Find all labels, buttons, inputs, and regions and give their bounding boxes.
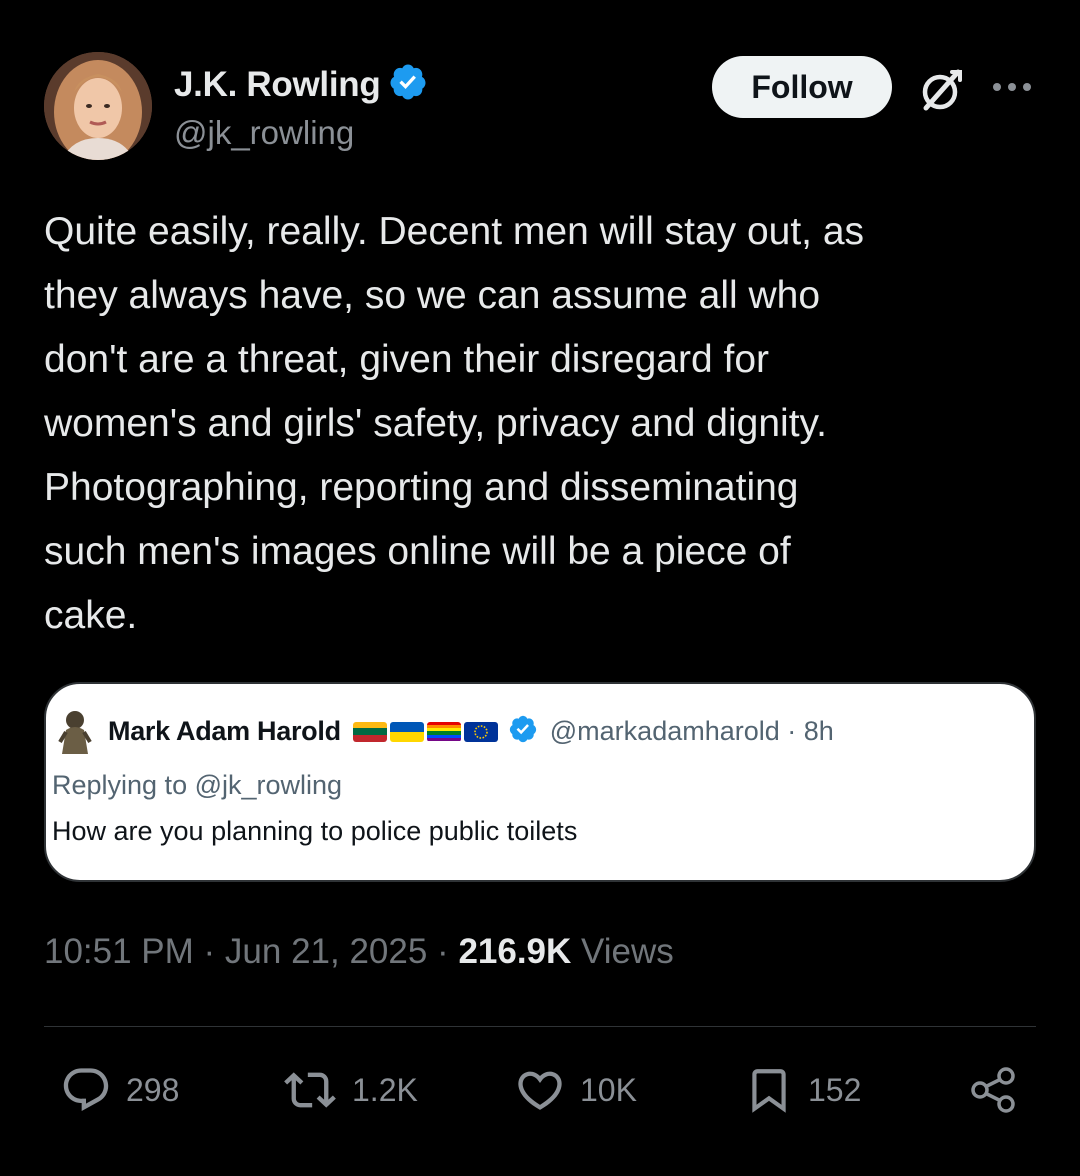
quoted-header: Mark Adam Harold @markadamharold · 8h	[108, 714, 834, 749]
bookmark-count: 152	[808, 1071, 862, 1108]
action-bar: 298 1.2K 10K 152	[0, 1060, 1080, 1120]
repost-count: 1.2K	[352, 1071, 418, 1108]
quoted-author-name[interactable]: Mark Adam Harold	[108, 716, 341, 747]
like-count: 10K	[580, 1071, 637, 1108]
reply-button[interactable]: 298	[60, 1060, 179, 1120]
rainbow-flag-icon	[426, 721, 461, 742]
author-handle[interactable]: @jk_rowling	[174, 114, 354, 152]
like-button[interactable]: 10K	[514, 1060, 637, 1120]
verified-badge-icon	[388, 62, 428, 107]
reply-count: 298	[126, 1071, 180, 1108]
repost-icon	[282, 1064, 338, 1116]
views-count[interactable]: 216.9K	[458, 932, 571, 971]
share-icon	[966, 1063, 1020, 1117]
ukraine-flag-icon	[389, 721, 424, 742]
tweet-meta: 10:51 PM · Jun 21, 2025 · 216.9K Views	[44, 932, 674, 972]
reply-icon	[60, 1064, 112, 1116]
more-icon[interactable]	[990, 72, 1034, 102]
eu-flag-icon	[463, 721, 498, 742]
grok-icon[interactable]	[914, 64, 966, 116]
views-label: Views	[571, 932, 674, 971]
lithuania-flag-icon	[352, 721, 387, 742]
follow-button[interactable]: Follow	[712, 56, 892, 118]
bookmark-button[interactable]: 152	[744, 1060, 861, 1120]
tweet-date[interactable]: Jun 21, 2025	[225, 932, 427, 971]
repost-button[interactable]: 1.2K	[282, 1060, 418, 1120]
quoted-author-avatar[interactable]	[56, 708, 94, 756]
quoted-text: How are you planning to police public to…	[52, 816, 578, 846]
quoted-replying-to[interactable]: Replying to @jk_rowling	[52, 770, 342, 801]
tweet-detail: J.K. Rowling @jk_rowling Follow Quite ea…	[0, 0, 1080, 1176]
like-icon	[514, 1064, 566, 1116]
meta-separator: ·	[193, 932, 225, 971]
quoted-tweet-card[interactable]: Mark Adam Harold @markadamharold · 8h Re…	[44, 682, 1036, 882]
quoted-handle-time[interactable]: @markadamharold · 8h	[550, 716, 834, 747]
author-name[interactable]: J.K. Rowling	[174, 65, 381, 105]
bookmark-icon	[744, 1062, 794, 1118]
flag-emojis	[352, 721, 498, 742]
author-avatar[interactable]	[44, 52, 152, 160]
quoted-verified-badge-icon	[508, 714, 538, 749]
tweet-time[interactable]: 10:51 PM	[44, 932, 194, 971]
meta-separator: ·	[427, 932, 459, 971]
author-name-row[interactable]: J.K. Rowling	[174, 62, 428, 107]
tweet-text: Quite easily, really. Decent men will st…	[44, 210, 865, 637]
divider	[44, 1026, 1036, 1027]
share-button[interactable]	[966, 1060, 1020, 1120]
